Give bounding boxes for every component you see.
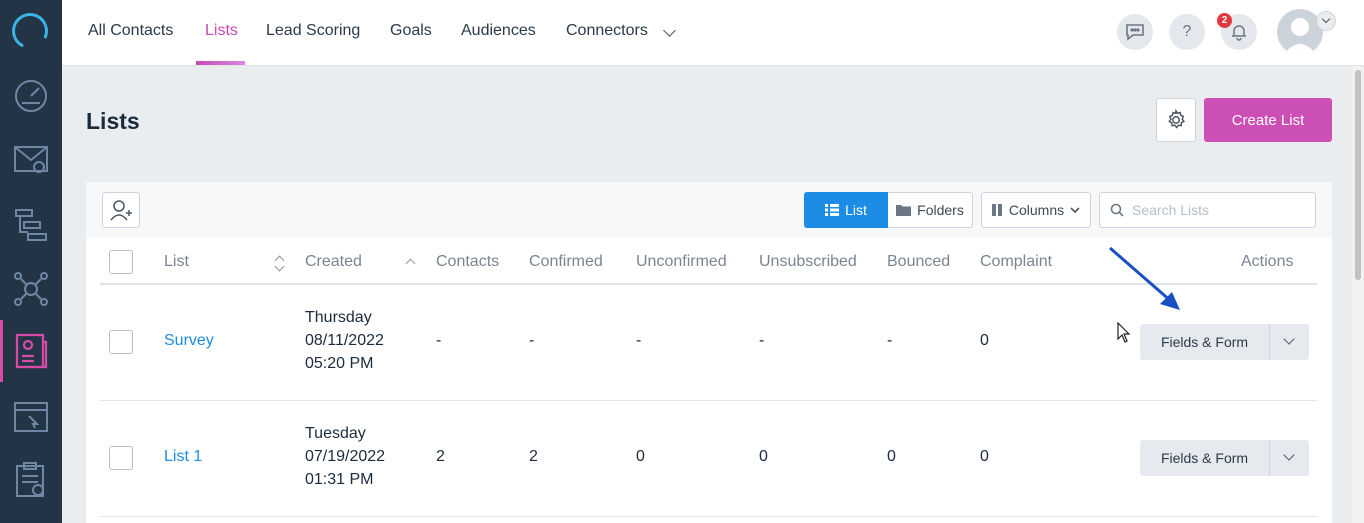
created-day: Tuesday <box>305 425 366 442</box>
add-contact-icon[interactable] <box>102 192 140 228</box>
search-icon <box>1110 203 1124 217</box>
bounced-count: - <box>887 332 893 349</box>
column-header-complaint[interactable]: Complaint <box>980 253 1052 271</box>
active-tab-indicator <box>196 61 245 65</box>
app-logo[interactable] <box>6 7 54 55</box>
created-day: Thursday <box>305 309 372 326</box>
tab-connectors[interactable]: Connectors <box>566 22 648 40</box>
select-all-checkbox[interactable] <box>109 250 133 274</box>
confirmed-count: 2 <box>529 448 538 465</box>
settings-gear-icon[interactable] <box>1156 98 1196 142</box>
page-title: Lists <box>86 108 140 134</box>
view-folders-label: Folders <box>917 202 964 218</box>
unsubscribed-count: - <box>759 332 765 349</box>
help-button[interactable]: ? <box>1169 14 1205 50</box>
complaint-count: 0 <box>980 448 989 465</box>
table-row: List 1 Tuesday 07/19/2022 01:31 PM 2 2 0… <box>100 401 1317 517</box>
tab-goals[interactable]: Goals <box>390 22 432 40</box>
columns-label: Columns <box>1008 202 1065 218</box>
mouse-cursor-icon <box>1117 322 1131 343</box>
left-rail <box>0 0 62 523</box>
fields-form-button[interactable]: Fields & Form <box>1140 440 1270 476</box>
reports-clipboard-icon[interactable] <box>12 460 50 498</box>
created-date-value: 08/11/2022 <box>305 332 384 349</box>
list-icon <box>825 204 840 216</box>
column-header-contacts[interactable]: Contacts <box>436 253 499 271</box>
columns-dropdown[interactable]: Columns <box>981 192 1091 228</box>
page-scrollbar[interactable] <box>1352 66 1364 523</box>
fields-form-split-button: Fields & Form <box>1140 440 1309 476</box>
fields-form-split-button: Fields & Form <box>1140 324 1309 360</box>
annotation-arrow <box>1109 246 1180 310</box>
tab-lists[interactable]: Lists <box>205 22 238 40</box>
chevron-down-icon <box>1070 207 1080 214</box>
sort-updown-icon[interactable] <box>274 255 286 273</box>
contacts-count: 2 <box>436 448 445 465</box>
site-browser-icon[interactable] <box>12 398 50 436</box>
folder-icon <box>896 205 912 216</box>
rail-active-indicator <box>0 320 3 382</box>
row-checkbox[interactable] <box>109 446 133 470</box>
column-header-actions: Actions <box>1241 253 1294 270</box>
contacts-count: - <box>436 332 442 349</box>
created-date: Tuesday 07/19/2022 01:31 PM <box>305 422 385 491</box>
row-checkbox[interactable] <box>109 330 133 354</box>
automations-flow-icon[interactable] <box>12 206 50 244</box>
view-list-label: List <box>845 202 867 218</box>
tab-audiences[interactable]: Audiences <box>461 22 536 40</box>
column-header-bounced[interactable]: Bounced <box>887 253 950 271</box>
confirmed-count: - <box>529 332 535 349</box>
dashboard-gauge-icon[interactable] <box>12 76 50 114</box>
scrollbar-thumb[interactable] <box>1355 70 1361 280</box>
created-date-value: 07/19/2022 <box>305 448 386 465</box>
bounced-count: 0 <box>887 448 896 465</box>
unconfirmed-count: 0 <box>636 448 645 465</box>
complaint-count: 0 <box>980 332 989 349</box>
tab-lead-scoring[interactable]: Lead Scoring <box>266 22 360 40</box>
created-time: 05:20 PM <box>305 355 374 372</box>
view-list-button[interactable]: List <box>804 192 888 228</box>
create-list-button[interactable]: Create List <box>1204 98 1332 142</box>
campaigns-envelope-icon[interactable] <box>12 140 50 178</box>
lists-form-icon[interactable] <box>12 332 50 370</box>
panel-toolbar: List Folders Columns <box>86 182 1332 238</box>
column-header-created[interactable]: Created <box>305 253 362 271</box>
avatar-chevron-down-icon[interactable] <box>1316 11 1336 31</box>
search-box[interactable] <box>1099 192 1316 228</box>
actions-chevron-down-icon[interactable] <box>1270 324 1309 360</box>
created-date: Thursday 08/11/2022 05:20 PM <box>305 306 384 375</box>
list-name-link[interactable]: Survey <box>164 332 214 350</box>
search-input[interactable] <box>1132 202 1302 218</box>
column-header-list[interactable]: List <box>164 253 189 271</box>
chat-bubble-icon[interactable] <box>1117 14 1153 50</box>
unsubscribed-count: 0 <box>759 448 768 465</box>
tab-all-contacts[interactable]: All Contacts <box>88 22 173 40</box>
column-header-unconfirmed[interactable]: Unconfirmed <box>636 253 727 271</box>
unconfirmed-count: - <box>636 332 642 349</box>
actions-chevron-down-icon[interactable] <box>1270 440 1309 476</box>
columns-icon <box>991 204 1002 216</box>
contacts-network-icon[interactable] <box>12 270 50 308</box>
notification-count-badge: 2 <box>1217 13 1232 28</box>
view-folders-button[interactable]: Folders <box>888 192 973 228</box>
column-header-confirmed[interactable]: Confirmed <box>529 253 603 271</box>
sort-up-icon[interactable] <box>405 258 416 269</box>
fields-form-button[interactable]: Fields & Form <box>1140 324 1270 360</box>
connectors-chevron-down-icon[interactable] <box>663 24 676 37</box>
list-name-link[interactable]: List 1 <box>164 448 202 466</box>
lists-panel: List Folders Columns List Created Contac… <box>86 182 1332 523</box>
column-header-unsubscribed[interactable]: Unsubscribed <box>759 253 857 271</box>
created-time: 01:31 PM <box>305 471 374 488</box>
